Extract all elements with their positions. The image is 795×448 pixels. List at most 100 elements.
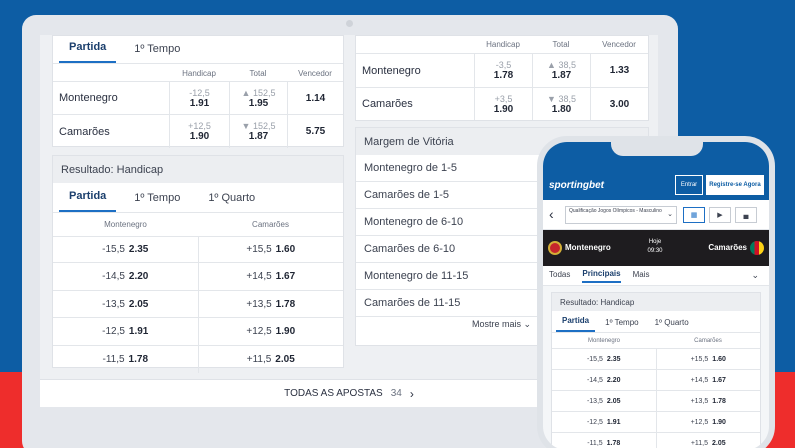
line-value: +12,5 <box>690 418 709 426</box>
login-button[interactable]: Entrar <box>675 175 703 195</box>
odd-button[interactable]: +15,5 1.60 <box>655 349 761 369</box>
tab-partida[interactable]: Partida <box>59 190 117 212</box>
odd-button[interactable]: +11,5 2.05 <box>197 346 344 373</box>
odd-value: 1.78 <box>712 397 726 405</box>
register-button[interactable]: Registre-se Agora <box>706 175 764 195</box>
odd-value: 1.90 <box>275 326 296 337</box>
handicap-tabs: Partida 1º Tempo 1º Quarto <box>53 183 343 213</box>
table-row: -13,5 2.05 +13,5 1.78 <box>552 391 760 412</box>
odd-value: 2.05 <box>606 397 621 405</box>
match-day: Hoje <box>648 239 662 245</box>
competition-select[interactable]: Qualificação Jogos Olímpicos - Masculino… <box>565 206 677 224</box>
header-away-team: Camarões <box>252 220 289 229</box>
odd-button[interactable]: -12,5 1.91 <box>169 82 229 114</box>
table-row: -11,5 1.78 +11,5 2.05 <box>53 346 343 373</box>
odd-value: 1.33 <box>609 65 630 76</box>
chevron-right-icon: › <box>409 386 414 401</box>
tab-principais[interactable]: Principais <box>582 269 621 283</box>
line-value: +14,5 <box>246 271 272 282</box>
total-line: ▼ 38,5 <box>547 93 576 104</box>
odd-button[interactable]: +13,5 1.78 <box>197 291 344 317</box>
table-row: -14,5 2.20 +14,5 1.67 <box>53 263 343 291</box>
phone-subheader: ‹ Qualificação Jogos Olímpicos - Masculi… <box>543 200 769 230</box>
chevron-down-icon: ⌄ <box>523 319 532 329</box>
odd-button[interactable]: 5.75 <box>287 115 343 148</box>
odd-button[interactable]: +12,5 1.90 <box>169 115 229 148</box>
odd-button[interactable]: 1.33 <box>590 54 648 87</box>
tab-partida[interactable]: Partida <box>556 316 596 332</box>
line-value: +13,5 <box>246 298 272 310</box>
tab-1-tempo[interactable]: 1º Tempo <box>124 43 190 63</box>
table-row: -15,5 2.35 +15,5 1.60 <box>53 237 343 263</box>
odd-button[interactable]: -13,5 2.05 <box>53 291 198 317</box>
odd-value: 3.00 <box>609 98 630 110</box>
tab-todas[interactable]: Todas <box>549 270 570 282</box>
odd-button[interactable]: ▲ 152,5 1.95 <box>229 82 287 114</box>
odd-button[interactable]: ▲ 38,5 1.87 <box>532 54 590 87</box>
odd-value: 1.67 <box>712 376 726 384</box>
tab-1-quarto[interactable]: 1º Quarto <box>649 318 695 332</box>
odd-button[interactable]: -3,5 1.78 <box>474 54 532 87</box>
odd-button[interactable]: -14,5 2.20 <box>53 263 198 290</box>
odd-button[interactable]: -11,5 1.78 <box>552 433 656 448</box>
camera-dot <box>346 20 353 27</box>
match-odds-card: Partida 1º Tempo Handicap Total Vencedor… <box>52 35 344 148</box>
odd-button[interactable]: +12,5 1.90 <box>655 412 761 432</box>
scoreboard-view-button[interactable]: ▦ <box>683 207 705 223</box>
show-more-button[interactable]: Mostre mais ⌄ <box>472 319 531 330</box>
odd-button[interactable]: ▼ 152,5 1.87 <box>229 115 287 148</box>
line-value: -14,5 <box>102 271 125 282</box>
handicap-line: +12,5 <box>188 121 211 131</box>
odd-button[interactable]: 1.14 <box>287 82 343 114</box>
odd-value: 1.87 <box>551 70 572 81</box>
montenegro-flag-icon <box>548 241 562 255</box>
odd-button[interactable]: -12,5 1.91 <box>53 318 198 345</box>
stats-view-button[interactable]: ▄ <box>735 207 757 223</box>
odd-button[interactable]: 3.00 <box>590 88 648 120</box>
odd-button[interactable]: +14,5 1.67 <box>655 370 761 390</box>
odds-header: Handicap Total Vencedor <box>356 36 648 54</box>
away-team-name: Camarões <box>708 243 747 252</box>
competition-label: Qualificação Jogos Olímpicos - Masculino <box>569 208 662 214</box>
brand-logo: sportingbet <box>549 180 604 191</box>
tab-1-tempo[interactable]: 1º Tempo <box>124 192 190 212</box>
header-vencedor: Vencedor <box>602 40 636 49</box>
odd-button[interactable]: -14,5 2.20 <box>552 370 656 390</box>
odd-button[interactable]: +15,5 1.60 <box>197 237 344 262</box>
tab-mais[interactable]: Mais <box>633 270 650 282</box>
odd-button[interactable]: +13,5 1.78 <box>655 391 761 411</box>
team-name: Montenegro <box>362 64 421 77</box>
tab-partida[interactable]: Partida <box>59 41 117 63</box>
handicap-line: +3,5 <box>494 93 513 104</box>
cameroon-flag-icon <box>750 241 764 255</box>
odd-button[interactable]: +14,5 1.67 <box>197 263 344 290</box>
chevron-down-icon: ⌄ <box>667 211 673 218</box>
line-value: -15,5 <box>102 244 125 255</box>
odd-value: 1.67 <box>275 271 296 282</box>
odd-button[interactable]: +11,5 2.05 <box>655 433 761 448</box>
tab-1-tempo[interactable]: 1º Tempo <box>599 318 644 332</box>
video-view-button[interactable]: ▶ <box>709 207 731 223</box>
header-vencedor: Vencedor <box>298 69 332 78</box>
odd-value: 1.60 <box>275 244 296 255</box>
all-bets-label: TODAS AS APOSTAS <box>284 388 383 399</box>
odd-value: 1.95 <box>248 97 269 109</box>
odd-value: 2.05 <box>712 439 726 447</box>
odd-button[interactable]: ▼ 38,5 1.80 <box>532 88 590 120</box>
odd-button[interactable]: -15,5 2.35 <box>552 349 656 369</box>
odd-button[interactable]: +12,5 1.90 <box>197 318 344 345</box>
line-value: -13,5 <box>102 298 125 310</box>
odd-value: 2.35 <box>128 244 149 255</box>
odd-button[interactable]: +3,5 1.90 <box>474 88 532 120</box>
odd-button[interactable]: -12,5 1.91 <box>552 412 656 432</box>
tab-1-quarto[interactable]: 1º Quarto <box>198 192 265 212</box>
line-value: -13,5 <box>586 397 603 405</box>
line-value: -12,5 <box>102 326 125 337</box>
line-value: +11,5 <box>690 439 709 447</box>
odd-value: 1.90 <box>189 131 210 142</box>
odd-button[interactable]: -15,5 2.35 <box>53 237 198 262</box>
back-arrow-icon[interactable]: ‹ <box>549 206 554 222</box>
odd-button[interactable]: -11,5 1.78 <box>53 346 198 373</box>
odd-button[interactable]: -13,5 2.05 <box>552 391 656 411</box>
chevron-down-icon[interactable]: ⌄ <box>751 270 759 281</box>
